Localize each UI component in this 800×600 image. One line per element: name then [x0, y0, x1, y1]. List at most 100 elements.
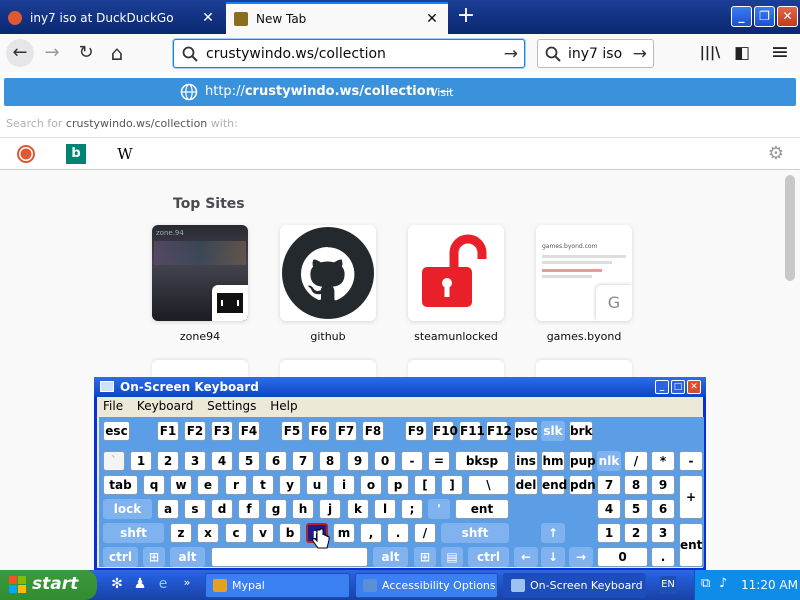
osk-key[interactable]: ⊞	[414, 547, 436, 567]
osk-key[interactable]: 8	[624, 475, 648, 495]
search-go-arrow-icon[interactable]: →	[633, 44, 647, 64]
page-scrollbar[interactable]	[785, 175, 795, 281]
osk-key[interactable]: q	[143, 475, 165, 495]
osk-key[interactable]: 7	[597, 475, 621, 495]
osk-key[interactable]: F11	[459, 421, 485, 441]
close-button[interactable]: ✕	[777, 6, 798, 27]
osk-key[interactable]: e	[197, 475, 219, 495]
osk-key[interactable]: alt	[170, 547, 205, 567]
top-site-github[interactable]: github	[280, 225, 376, 343]
osk-key[interactable]: 4	[211, 451, 233, 471]
osk-key[interactable]: y	[279, 475, 301, 495]
osk-key[interactable]: m	[333, 523, 355, 543]
osk-key[interactable]: slk	[541, 421, 565, 441]
menu-icon[interactable]: ≡	[767, 39, 793, 67]
osk-key[interactable]: -	[401, 451, 423, 471]
new-tab-button[interactable]: +	[452, 4, 480, 30]
quicklaunch-people-icon[interactable]: ♟	[131, 576, 149, 594]
osk-key[interactable]: .	[387, 523, 409, 543]
osk-key[interactable]: shft	[103, 523, 164, 543]
osk-key[interactable]: =	[428, 451, 450, 471]
start-button[interactable]: start	[0, 570, 97, 600]
home-button[interactable]: ⌂	[103, 39, 131, 67]
minimize-button[interactable]: _	[731, 6, 752, 27]
menu-keyboard[interactable]: Keyboard	[137, 399, 193, 413]
duckduckgo-icon[interactable]	[16, 144, 36, 164]
menu-help[interactable]: Help	[270, 399, 297, 413]
osk-key[interactable]: 5	[238, 451, 260, 471]
url-bar[interactable]: crustywindo.ws/collection →	[173, 39, 525, 68]
library-icon[interactable]: |||\	[697, 39, 723, 67]
maximize-button[interactable]: ❐	[754, 6, 775, 27]
osk-key[interactable]: ins	[514, 451, 538, 471]
osk-key[interactable]: 5	[624, 499, 648, 519]
osk-key[interactable]: [	[414, 475, 436, 495]
forward-button[interactable]: →	[38, 39, 66, 67]
osk-key[interactable]: c	[225, 523, 247, 543]
volume-icon[interactable]: ♪	[719, 576, 727, 591]
osk-key[interactable]: ←	[514, 547, 538, 567]
osk-key[interactable]: bksp	[455, 451, 509, 471]
visit-suggestion[interactable]: http://crustywindo.ws/collection — Visit	[4, 78, 796, 106]
osk-key[interactable]: 1	[597, 523, 621, 543]
osk-key[interactable]: /	[414, 523, 436, 543]
go-arrow-icon[interactable]: →	[504, 44, 518, 64]
osk-key[interactable]: r	[225, 475, 247, 495]
osk-key[interactable]: F1	[157, 421, 179, 441]
osk-key[interactable]: p	[387, 475, 409, 495]
osk-key[interactable]: ↑	[541, 523, 565, 543]
osk-key[interactable]: psc	[514, 421, 538, 441]
osk-key[interactable]: F8	[362, 421, 384, 441]
osk-key[interactable]: lock	[103, 499, 152, 519]
menu-file[interactable]: File	[103, 399, 123, 413]
osk-key[interactable]: a	[157, 499, 179, 519]
osk-key[interactable]: pdn	[569, 475, 596, 495]
sidebar-icon[interactable]: ◧	[729, 39, 755, 67]
osk-key[interactable]: →	[569, 547, 593, 567]
osk-key[interactable]: -	[679, 451, 703, 471]
settings-gear-icon[interactable]: ⚙	[768, 143, 784, 164]
osk-key[interactable]: 6	[265, 451, 287, 471]
osk-key[interactable]: F2	[184, 421, 206, 441]
osk-key[interactable]: brk	[569, 421, 593, 441]
osk-key[interactable]: 0	[597, 547, 648, 567]
osk-key[interactable]: ⊞	[143, 547, 165, 567]
osk-key[interactable]: h	[292, 499, 314, 519]
osk-key[interactable]: ctrl	[103, 547, 138, 567]
osk-key[interactable]: `	[103, 451, 125, 471]
osk-key[interactable]: z	[170, 523, 192, 543]
osk-key[interactable]: 2	[624, 523, 648, 543]
osk-key[interactable]: \	[468, 475, 509, 495]
osk-key[interactable]: f	[238, 499, 260, 519]
osk-key[interactable]: nlk	[597, 451, 621, 471]
back-button[interactable]: ←	[6, 39, 34, 67]
osk-minimize-button[interactable]: _	[655, 380, 669, 394]
quicklaunch-ie-icon[interactable]: e	[154, 576, 172, 594]
osk-key[interactable]: alt	[373, 547, 408, 567]
top-site-games-byond[interactable]: games.byond.com G games.byond	[536, 225, 632, 343]
osk-key[interactable]: d	[211, 499, 233, 519]
osk-key[interactable]: ;	[401, 499, 423, 519]
osk-key[interactable]: F3	[211, 421, 233, 441]
osk-key[interactable]: ↓	[541, 547, 565, 567]
osk-key[interactable]: *	[651, 451, 675, 471]
osk-key[interactable]: ctrl	[468, 547, 509, 567]
tab-close-icon[interactable]: ✕	[424, 11, 440, 27]
osk-key[interactable]: F6	[308, 421, 330, 441]
top-site-steamunlocked[interactable]: steamunlocked	[408, 225, 504, 343]
osk-key[interactable]: F10	[432, 421, 458, 441]
osk-key[interactable]: 0	[374, 451, 396, 471]
quicklaunch-expand-icon[interactable]: »	[178, 576, 196, 594]
bing-icon[interactable]: b	[66, 144, 86, 164]
osk-key[interactable]: hm	[541, 451, 565, 471]
osk-key[interactable]: F12	[486, 421, 512, 441]
osk-key[interactable]: v	[252, 523, 274, 543]
osk-key[interactable]: F4	[238, 421, 260, 441]
osk-key[interactable]: 3	[184, 451, 206, 471]
osk-key[interactable]: 7	[292, 451, 314, 471]
tab-duckduckgo[interactable]: iny7 iso at DuckDuckGo ✕	[0, 2, 224, 34]
task-mypal[interactable]: Mypal	[205, 573, 350, 598]
osk-key[interactable]: 9	[347, 451, 369, 471]
osk-key[interactable]: t	[252, 475, 274, 495]
osk-key[interactable]: ]	[441, 475, 463, 495]
